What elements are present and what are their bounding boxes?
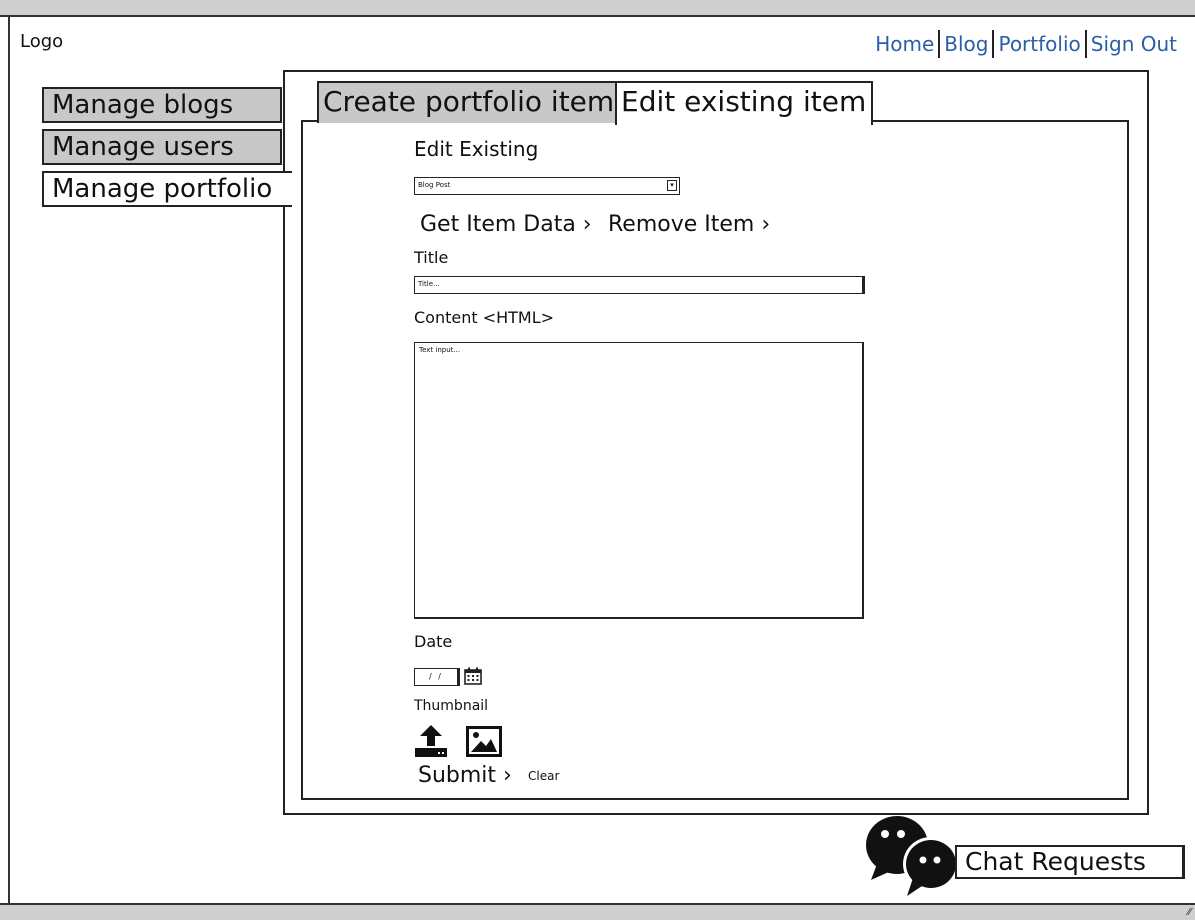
item-select-value: Blog Post	[418, 181, 451, 189]
title-label: Title	[414, 248, 449, 267]
tab-edit-existing-item[interactable]: Edit existing item	[615, 81, 873, 125]
nav-sign-out-link[interactable]: Sign Out	[1087, 32, 1181, 56]
remove-item-link[interactable]: Remove Item ›	[608, 212, 770, 237]
nav-home-link[interactable]: Home	[871, 32, 938, 56]
sidebar-item-manage-users[interactable]: Manage users	[42, 129, 282, 165]
tab-create-portfolio-item[interactable]: Create portfolio item	[317, 81, 617, 123]
form-heading: Edit Existing	[414, 137, 539, 161]
top-nav: Home Blog Portfolio Sign Out	[871, 30, 1181, 58]
title-input[interactable]: Title...	[414, 276, 865, 294]
clear-link[interactable]: Clear	[528, 769, 559, 783]
chat-bubbles-icon[interactable]	[863, 812, 961, 898]
sidebar-item-manage-portfolio[interactable]: Manage portfolio	[42, 171, 292, 207]
window-left-edge	[8, 17, 10, 903]
date-label: Date	[414, 632, 453, 651]
window-bottom-bar: ⁄⁄	[0, 903, 1195, 920]
thumbnail-label: Thumbnail	[414, 698, 489, 714]
content-label: Content <HTML>	[414, 308, 555, 327]
chevron-down-icon[interactable]: ▾	[667, 180, 677, 191]
sidebar-item-manage-blogs[interactable]: Manage blogs	[42, 87, 282, 123]
content-textarea[interactable]: Text input...	[414, 342, 864, 619]
upload-icon[interactable]	[414, 723, 448, 757]
date-input[interactable]: / /	[414, 668, 460, 686]
nav-portfolio-link[interactable]: Portfolio	[994, 32, 1084, 56]
submit-link[interactable]: Submit ›	[418, 763, 512, 788]
logo: Logo	[20, 31, 64, 52]
window-top-bar	[0, 0, 1195, 17]
item-select[interactable]: Blog Post ▾	[414, 177, 680, 195]
calendar-icon[interactable]	[463, 666, 483, 686]
nav-blog-link[interactable]: Blog	[940, 32, 992, 56]
resize-grip-icon[interactable]: ⁄⁄	[1188, 907, 1191, 918]
chat-requests-button[interactable]: Chat Requests	[955, 845, 1185, 879]
image-icon[interactable]	[466, 726, 502, 757]
get-item-data-link[interactable]: Get Item Data ›	[420, 212, 592, 237]
